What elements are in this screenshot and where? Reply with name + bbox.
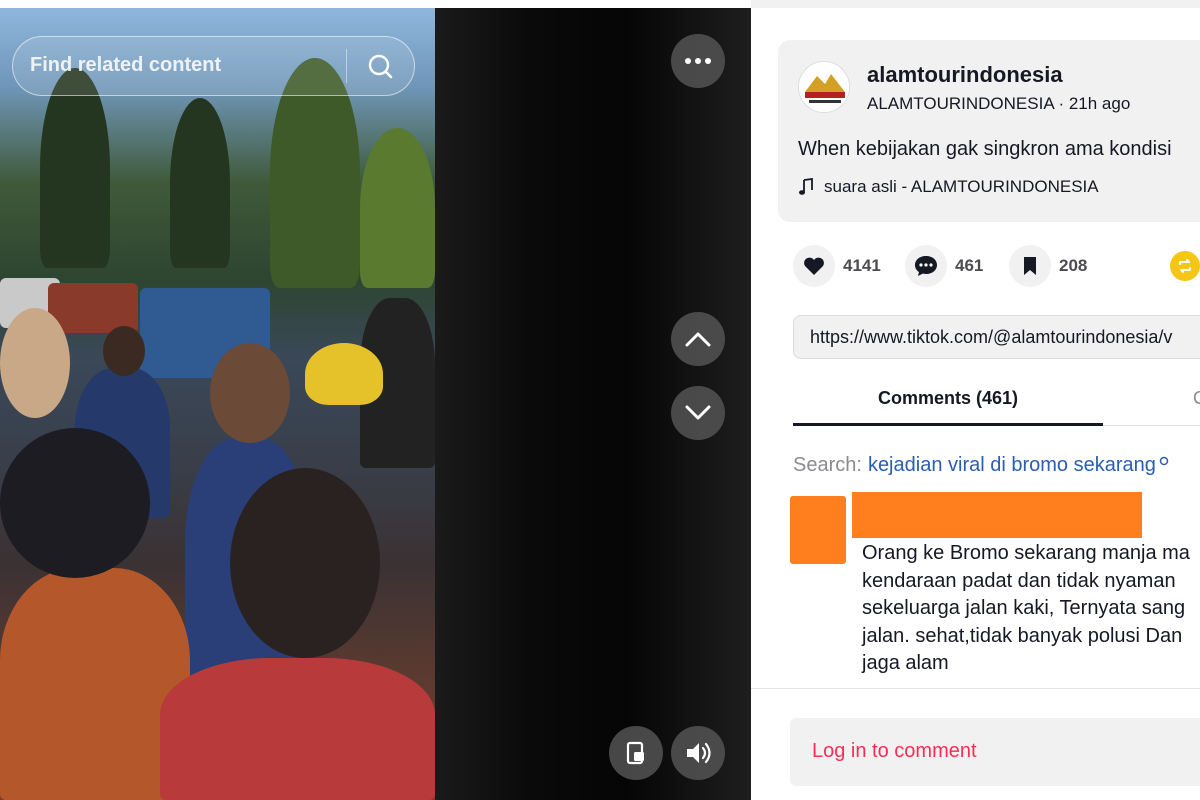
search-icon bbox=[368, 54, 393, 79]
scene-helmet bbox=[305, 343, 383, 405]
search-input[interactable]: Find related content bbox=[30, 54, 221, 77]
scene-tree bbox=[360, 128, 435, 288]
video-url: https://www.tiktok.com/@alamtourindonesi… bbox=[810, 327, 1173, 347]
search-button[interactable] bbox=[357, 47, 403, 85]
scene-tree bbox=[40, 68, 110, 268]
like-circle bbox=[793, 245, 835, 287]
post-caption: When kebijakan gak singkron ama kondisi bbox=[798, 138, 1172, 160]
comment-line: Orang ke Bromo sekarang manja ma bbox=[862, 542, 1190, 564]
previous-video-button[interactable] bbox=[671, 312, 725, 366]
divider bbox=[751, 688, 1200, 689]
heart-icon bbox=[804, 257, 824, 275]
author-logo-icon bbox=[799, 62, 849, 112]
volume-button[interactable] bbox=[671, 726, 725, 780]
scene-person-head bbox=[210, 343, 290, 443]
more-options-button[interactable] bbox=[671, 34, 725, 88]
scene-person bbox=[160, 658, 435, 800]
search-icon bbox=[1159, 456, 1169, 465]
like-button[interactable]: 4141 bbox=[793, 244, 881, 288]
comment-line: sekeluarga jalan kaki, Ternyata sang bbox=[862, 597, 1186, 619]
comment-line: jalan. sehat,tidak banyak polusi Dan bbox=[862, 624, 1183, 647]
volume-icon bbox=[687, 742, 711, 764]
comment-item: Orang ke Bromo sekarang manja ma kendara… bbox=[790, 492, 1200, 688]
comment-line: kendaraan padat dan tidak nyaman bbox=[862, 569, 1176, 592]
comment-line: jaga alam bbox=[862, 652, 949, 674]
repost-icon bbox=[1179, 259, 1191, 273]
search-divider bbox=[346, 49, 347, 83]
video-frame: Find related content bbox=[0, 8, 435, 800]
next-video-button[interactable] bbox=[671, 386, 725, 440]
related-search-label: Search: bbox=[793, 454, 862, 476]
video-link-box[interactable]: https://www.tiktok.com/@alamtourindonesi… bbox=[793, 315, 1200, 359]
repost-button[interactable] bbox=[1170, 244, 1200, 288]
video-player[interactable]: Find related content bbox=[0, 8, 751, 800]
floating-player-button[interactable] bbox=[609, 726, 663, 780]
related-search-query[interactable]: kejadian viral di bromo sekarang bbox=[868, 454, 1156, 477]
chevron-up-icon bbox=[685, 332, 711, 347]
music-note-icon bbox=[799, 178, 813, 195]
scene-person-head bbox=[0, 428, 150, 578]
repost-circle bbox=[1170, 251, 1200, 281]
scene-tree bbox=[170, 98, 230, 268]
login-to-comment-bar[interactable]: Log in to comment bbox=[790, 718, 1200, 786]
tiktok-video-page: Find related content alamtourindonesia A… bbox=[0, 0, 1200, 800]
scene-person-head bbox=[103, 326, 145, 376]
post-info-card: alamtourindonesia ALAMTOURINDONESIA · 21… bbox=[778, 40, 1200, 222]
author-avatar[interactable] bbox=[798, 61, 850, 113]
comment-circle bbox=[905, 245, 947, 287]
chevron-down-icon bbox=[685, 405, 711, 420]
save-circle bbox=[1009, 245, 1051, 287]
comment-tabs: Comments (461) C bbox=[793, 372, 1200, 426]
comment-count: 461 bbox=[955, 256, 984, 275]
comment-avatar-redacted bbox=[790, 496, 846, 564]
comment-button[interactable]: 461 bbox=[905, 244, 983, 288]
music-title: suara asli - ALAMTOURINDONESIA bbox=[824, 177, 1099, 196]
tab-creator-videos[interactable]: C bbox=[1193, 388, 1200, 409]
author-handle-time: ALAMTOURINDONESIA · 21h ago bbox=[867, 94, 1131, 113]
side-panel: alamtourindonesia ALAMTOURINDONESIA · 21… bbox=[751, 0, 1200, 800]
bookmark-icon bbox=[1024, 257, 1036, 275]
scene-person-head bbox=[0, 308, 70, 418]
author-name[interactable]: alamtourindonesia bbox=[867, 62, 1063, 88]
comment-text: Orang ke Bromo sekarang manja ma kendara… bbox=[862, 540, 1200, 678]
scene-person-head bbox=[230, 468, 380, 658]
picture-in-picture-icon bbox=[626, 741, 644, 765]
tab-comments[interactable]: Comments (461) bbox=[793, 372, 1103, 426]
comment-username-redacted bbox=[852, 492, 1142, 538]
comment-icon bbox=[915, 256, 937, 276]
related-content-search[interactable]: Find related content bbox=[12, 36, 415, 96]
related-search[interactable]: Search: kejadian viral di bromo sekarang bbox=[793, 454, 1170, 477]
like-count: 4141 bbox=[843, 256, 881, 275]
login-to-comment-link[interactable]: Log in to comment bbox=[812, 740, 977, 763]
more-horizontal-icon bbox=[685, 58, 711, 64]
save-button[interactable]: 208 bbox=[1009, 244, 1087, 288]
save-count: 208 bbox=[1059, 256, 1088, 275]
music-link[interactable]: suara asli - ALAMTOURINDONESIA bbox=[798, 177, 1099, 197]
